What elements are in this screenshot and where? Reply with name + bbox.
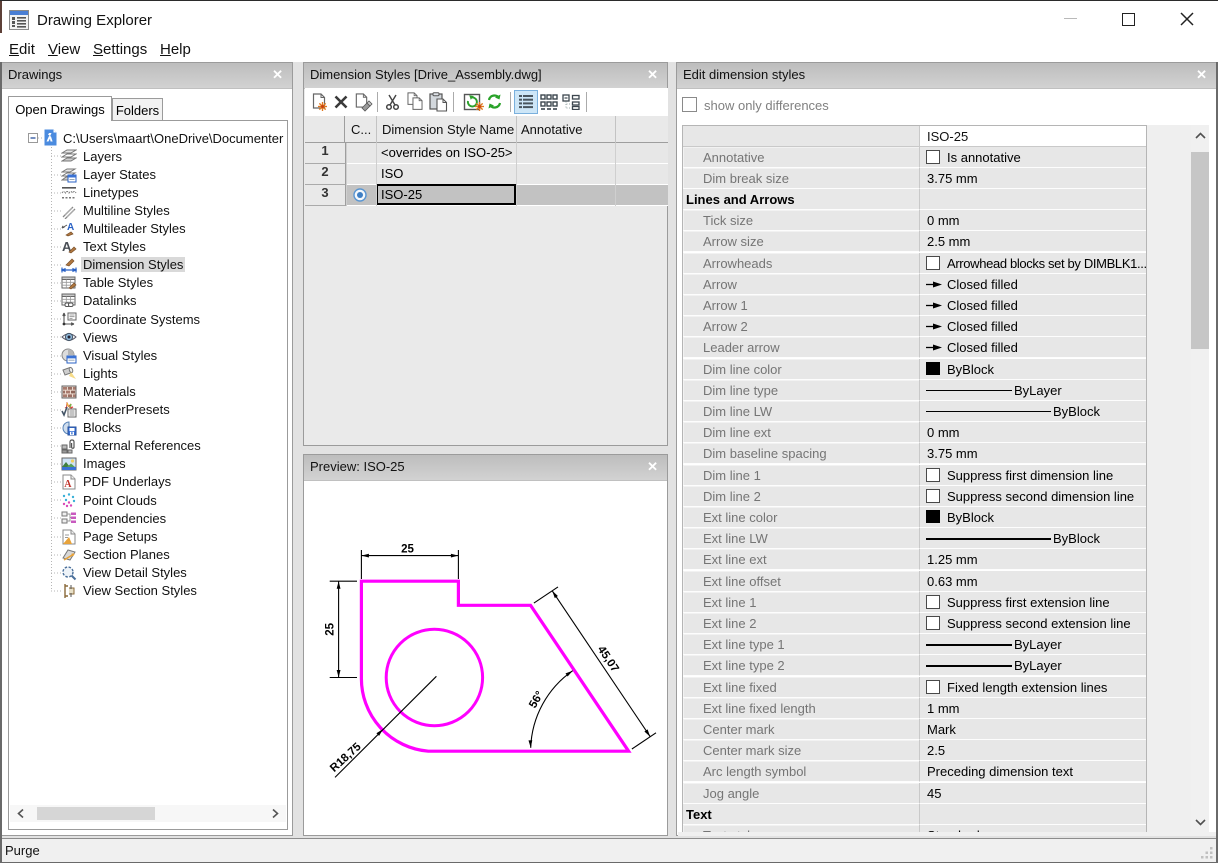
svg-text:56°: 56°: [527, 689, 546, 710]
svg-text:R18,75: R18,75: [328, 740, 364, 774]
svg-text:A: A: [67, 222, 74, 233]
svg-text:25: 25: [325, 622, 337, 635]
svg-text:A: A: [64, 479, 72, 490]
svg-text:25: 25: [401, 544, 414, 556]
